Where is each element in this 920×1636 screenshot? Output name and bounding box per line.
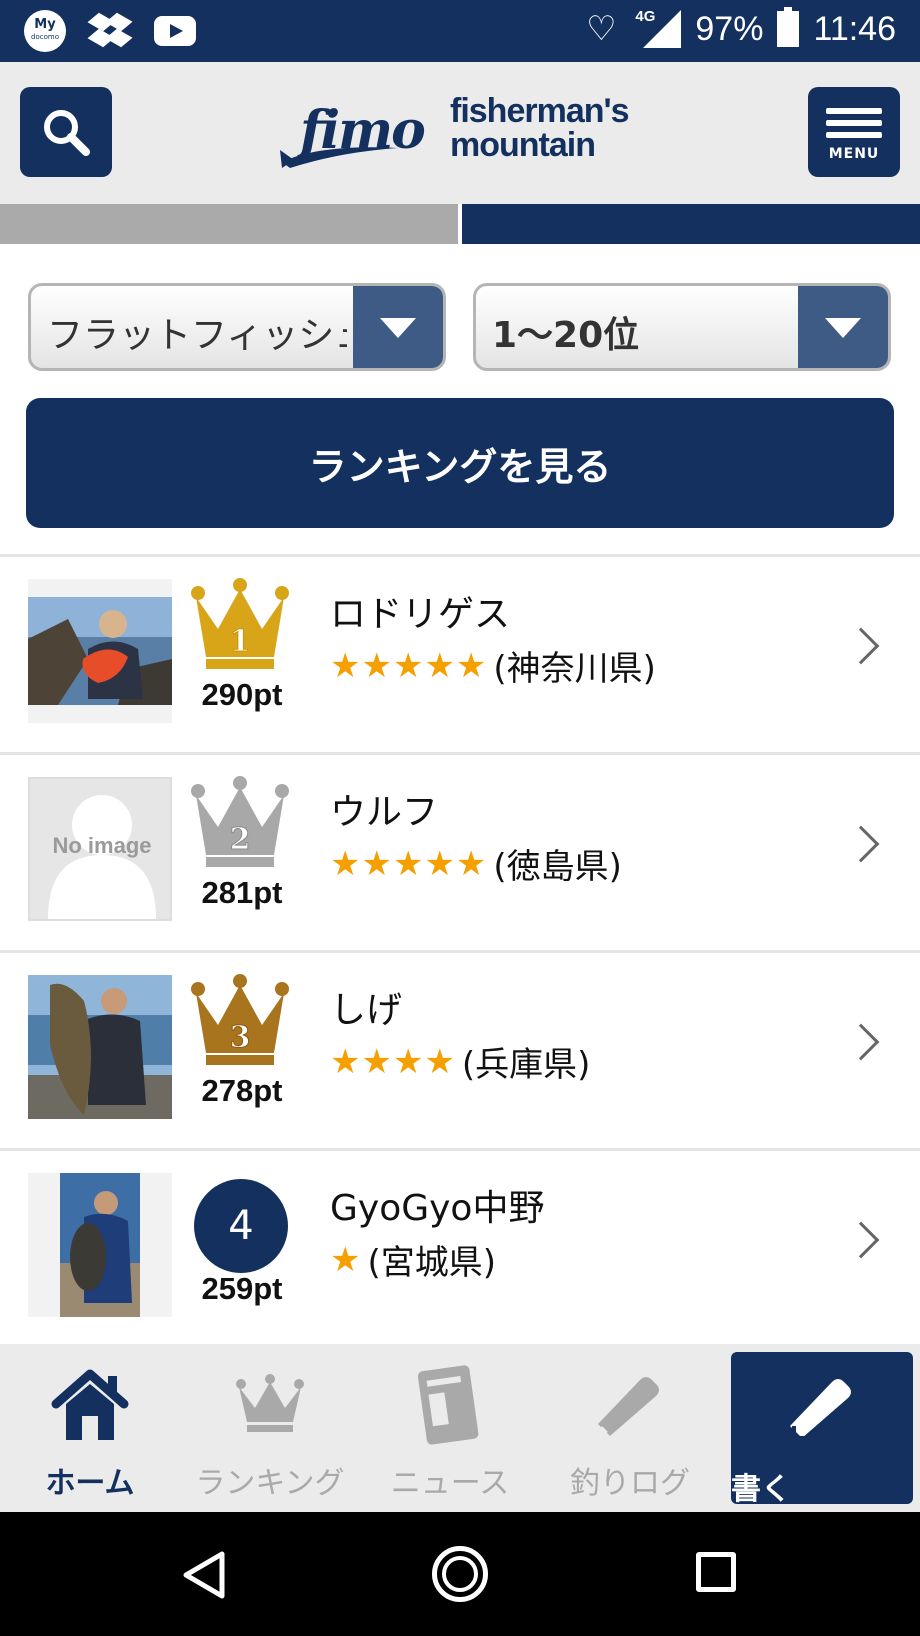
species-select[interactable]: フラットフィッシュ [28, 283, 446, 371]
battery-icon [777, 7, 800, 47]
prefecture: (徳島県) [493, 847, 622, 887]
ranking-row[interactable]: No image 2 281pt ウルフ ★★★★★ (徳島県) [0, 752, 920, 950]
prefecture: (宮城県) [367, 1243, 497, 1283]
points: 281pt [201, 875, 283, 910]
news-icon [417, 1365, 479, 1445]
write-button-label: 書く [731, 1472, 791, 1507]
ranking-row[interactable]: 3 278pt しげ ★★★★ (兵庫県) [0, 950, 920, 1148]
ranking-list: 1 290pt ロドリゲス ★★★★★ (神奈川県) No image 2 28… [0, 554, 920, 1346]
user-photo [28, 579, 172, 723]
gold-crown-icon: 1 [191, 578, 289, 669]
ranking-tabs [0, 204, 920, 244]
nav-news-label: ニュース [390, 1466, 510, 1501]
tab-right[interactable] [462, 204, 920, 244]
chevron-down-icon [798, 286, 888, 368]
points: 290pt [201, 677, 283, 712]
rating: ★★★★ (兵庫県) [330, 1037, 590, 1086]
rank-range-select[interactable]: 1〜20位 [473, 283, 891, 371]
heart-shield-icon: ♡ [586, 10, 617, 48]
user-photo-placeholder: No image [28, 777, 172, 921]
crown-icon [236, 1374, 304, 1432]
user-name: ウルフ [330, 792, 439, 833]
prefecture: (兵庫県) [461, 1045, 591, 1085]
user-name: GyoGyo中野 [330, 1188, 545, 1229]
chevron-down-icon [353, 286, 443, 368]
star-rating: ★ [330, 1239, 362, 1280]
home-icon [51, 1369, 129, 1440]
status-bar: My docomo ♡ 4G 97% 11:46 [0, 0, 920, 62]
hamburger-icon [826, 102, 882, 144]
svg-text:1: 1 [230, 624, 251, 659]
star-rating: ★★★★ [330, 1041, 456, 1082]
tab-left[interactable] [0, 204, 458, 244]
silver-crown-icon: 2 [191, 776, 289, 867]
species-select-value: フラットフィッシュ [47, 315, 347, 356]
site-logo[interactable]: fimo fisherman's mountain [280, 92, 640, 176]
search-button[interactable] [20, 87, 112, 177]
recent-apps-icon[interactable] [696, 1552, 736, 1592]
svg-text:3: 3 [230, 1020, 251, 1055]
nav-ranking[interactable]: ランキング [180, 1344, 360, 1512]
pencil-icon [596, 1377, 659, 1438]
star-rating: ★★★★★ [330, 843, 488, 884]
search-icon [44, 110, 90, 156]
view-ranking-button[interactable]: ランキングを見る [26, 398, 894, 528]
pencil-icon [790, 1379, 851, 1440]
logo-brand: fimo [300, 100, 426, 161]
chevron-right-icon [842, 627, 880, 665]
nav-ranking-label: ランキング [195, 1466, 345, 1501]
menu-button[interactable]: MENU [808, 87, 900, 177]
youtube-icon [154, 16, 196, 46]
nav-home-label: ホーム [45, 1466, 135, 1501]
rating: ★★★★★ (徳島県) [330, 839, 622, 888]
chevron-right-icon [842, 1221, 880, 1259]
bottom-nav: ホーム ランキング ニュース 釣りログ 書く [0, 1344, 920, 1512]
rank-number-badge: 4 [194, 1179, 288, 1273]
star-rating: ★★★★★ [330, 645, 488, 686]
ranking-row[interactable]: 1 290pt ロドリゲス ★★★★★ (神奈川県) [0, 554, 920, 752]
app-header: fimo fisherman's mountain MENU [0, 62, 920, 204]
rating: ★★★★★ (神奈川県) [330, 641, 656, 690]
nav-fishing-log[interactable]: 釣りログ [540, 1344, 720, 1512]
signal-icon: 4G [635, 8, 682, 50]
write-button[interactable]: 書く [731, 1352, 913, 1507]
chevron-right-icon [842, 1023, 880, 1061]
points: 259pt [201, 1271, 283, 1306]
user-name: しげ [330, 990, 403, 1031]
clock: 11:46 [813, 9, 896, 48]
back-icon[interactable] [180, 1550, 230, 1600]
home-circle-icon[interactable] [432, 1546, 488, 1602]
logo-wordmark: fisherman's mountain [450, 92, 629, 164]
rank-range-select-value: 1〜20位 [492, 315, 640, 356]
system-nav-bar [0, 1512, 920, 1636]
prefecture: (神奈川県) [493, 649, 656, 689]
menu-label: MENU [828, 146, 880, 162]
no-image-text: No image [52, 833, 151, 858]
nav-news[interactable]: ニュース [360, 1344, 540, 1512]
user-name: ロドリゲス [330, 594, 511, 635]
nav-home[interactable]: ホーム [0, 1344, 180, 1512]
battery-percent: 97% [695, 9, 764, 48]
user-photo [28, 975, 172, 1119]
points: 278pt [201, 1073, 283, 1108]
docomo-my-icon: My docomo [24, 10, 66, 52]
rating: ★ (宮城県) [330, 1235, 496, 1284]
dropbox-icon [87, 11, 133, 51]
ranking-row[interactable]: 4 259pt GyoGyo中野 ★ (宮城県) [0, 1148, 920, 1346]
user-photo [28, 1173, 172, 1317]
svg-text:2: 2 [230, 822, 251, 857]
bronze-crown-icon: 3 [191, 974, 289, 1065]
nav-fishing-log-label: 釣りログ [570, 1466, 690, 1501]
chevron-right-icon [842, 825, 880, 863]
